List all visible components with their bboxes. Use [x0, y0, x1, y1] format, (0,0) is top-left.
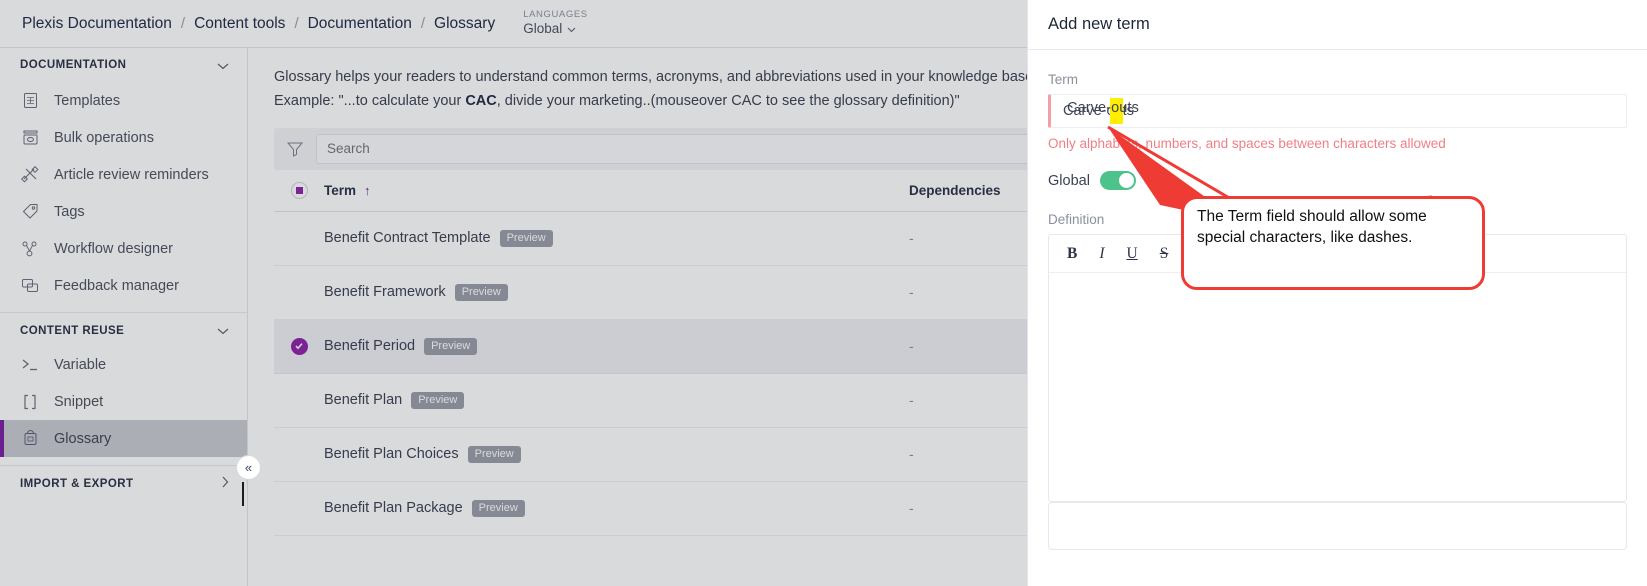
add-new-term-drawer: Add new term Term Carve-outs Only alphab…	[1027, 0, 1647, 586]
screenshot-root: Plexis Documentation / Content tools / D…	[0, 0, 1647, 586]
editor-toolbar: B I U S	[1049, 235, 1626, 273]
italic-button[interactable]: I	[1099, 245, 1104, 263]
term-field-label: Term	[1048, 72, 1078, 87]
global-label: Global	[1048, 172, 1090, 189]
sidebar-collapse-button[interactable]: «	[236, 455, 261, 480]
strikethrough-button[interactable]: S	[1160, 245, 1169, 263]
underline-button[interactable]: U	[1127, 245, 1138, 263]
info-icon[interactable]: i	[1145, 173, 1161, 188]
global-toggle-row: Global i	[1048, 171, 1627, 190]
definition-editor: B I U S	[1048, 234, 1627, 502]
bold-button[interactable]: B	[1067, 245, 1077, 263]
term-input-wrapper: Carve-outs	[1048, 94, 1627, 128]
term-input-rendered-value: Carve-outs	[1067, 100, 1139, 116]
drawer-header: Add new term	[1028, 0, 1647, 50]
definition-label: Definition	[1048, 212, 1105, 227]
definition-editor-area[interactable]	[1049, 273, 1626, 502]
term-validation-error: Only alphabets, numbers, and spaces betw…	[1048, 136, 1446, 151]
modal-scrim[interactable]	[0, 0, 1027, 586]
global-toggle[interactable]	[1099, 171, 1136, 190]
drawer-body: Term Carve-outs Only alphabets, numbers,…	[1028, 50, 1647, 502]
drawer-title: Add new term	[1048, 15, 1150, 33]
drawer-bottom-field[interactable]	[1048, 502, 1627, 550]
